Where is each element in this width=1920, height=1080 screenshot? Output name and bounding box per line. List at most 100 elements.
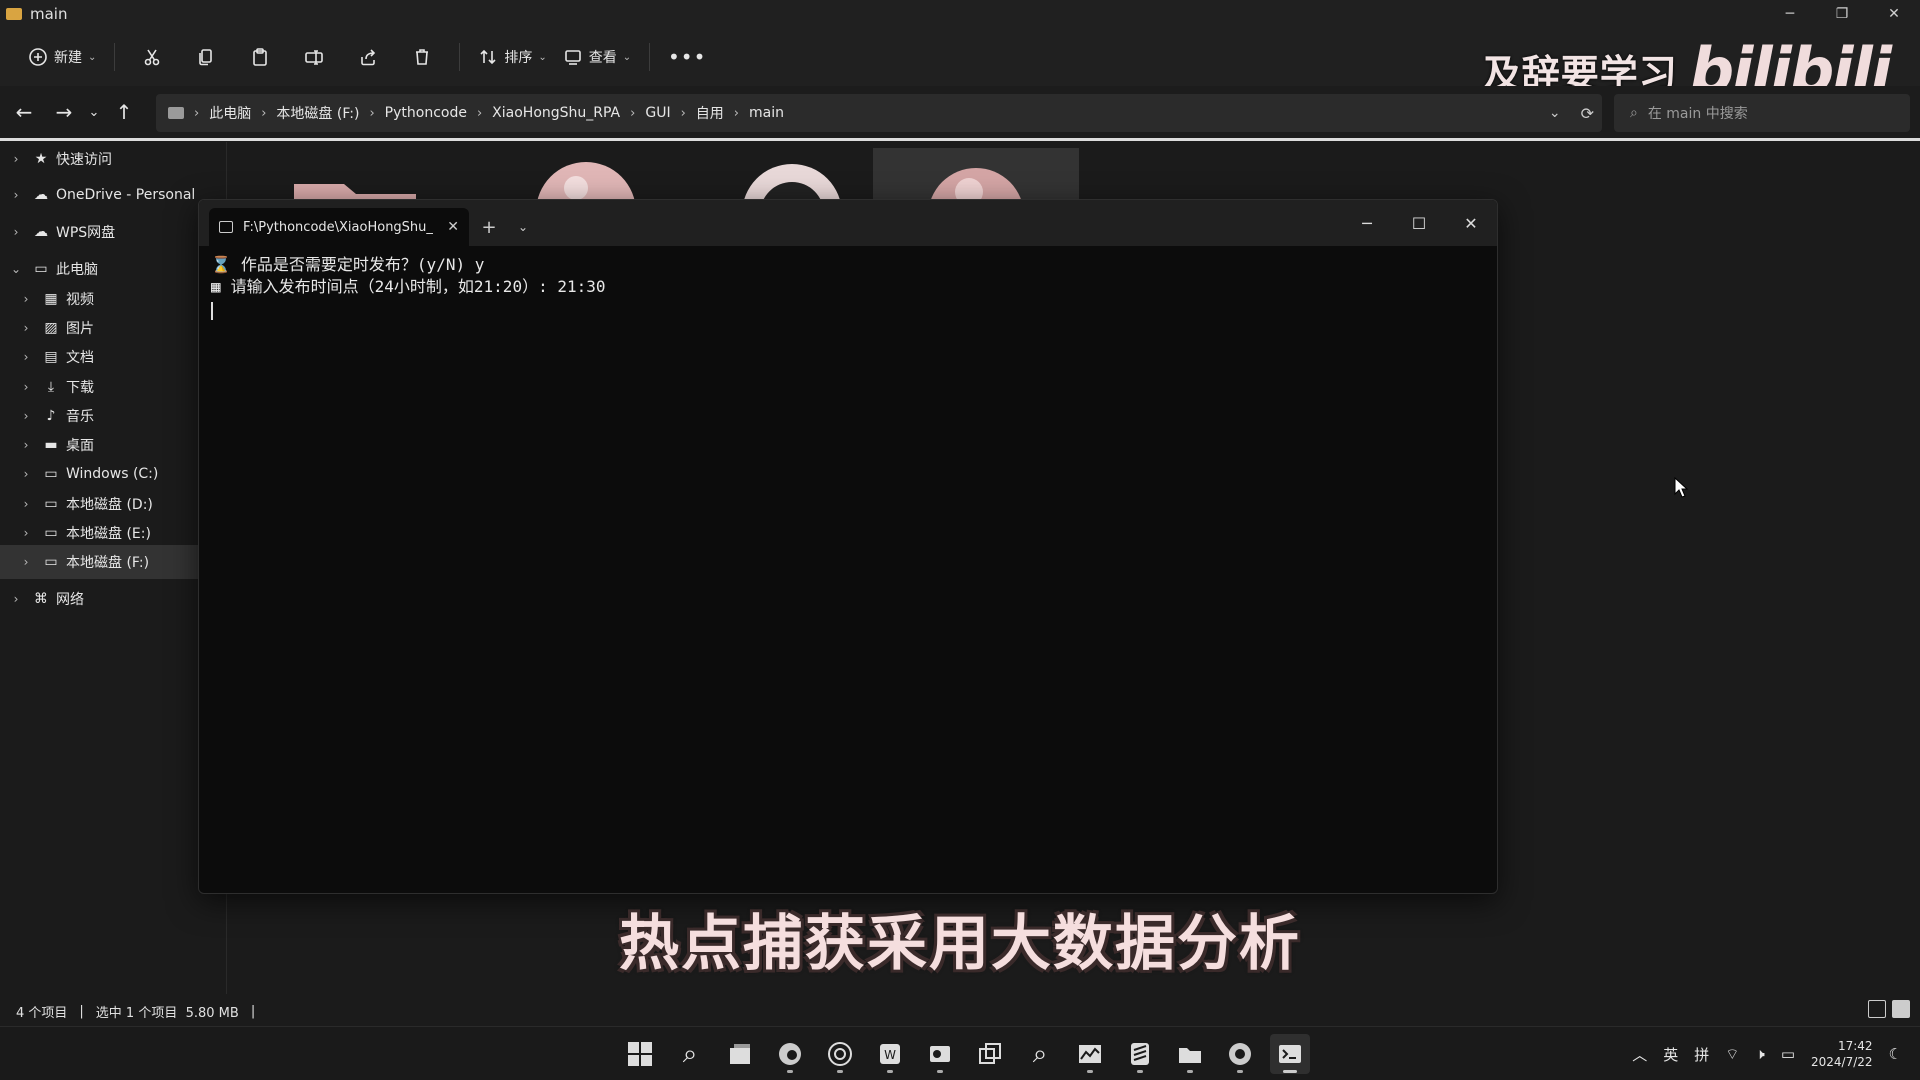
chevron-right-icon[interactable]: › [369,106,374,121]
maximize-button[interactable]: ❐ [1816,0,1868,28]
taskbar-app-sublime[interactable] [1120,1034,1160,1074]
sidebar-item-label: 文档 [66,350,94,366]
minimize-button[interactable]: ─ [1764,0,1816,28]
chevron-right-icon[interactable]: › [18,380,34,394]
rename-button[interactable] [287,39,341,75]
taskbar-app-chrome[interactable] [1220,1034,1260,1074]
volume-muted-icon[interactable]: 🕨 [1755,1045,1764,1063]
copy-button[interactable] [179,39,233,75]
cut-button[interactable] [125,39,179,75]
clock[interactable]: 17:42 2024/7/22 [1811,1038,1873,1070]
taskbar-app-outlook[interactable] [920,1034,960,1074]
ime-mode[interactable]: 拼 [1694,1044,1709,1065]
divider [0,138,1920,141]
terminal-icon [219,221,233,233]
divider: | [250,1003,256,1019]
system-tray: ︿ 英 拼 ⌔ 🕨 ▭ 17:42 2024/7/22 ☾ [1632,1027,1902,1080]
maximize-button[interactable]: ☐ [1393,200,1445,246]
view-button[interactable]: 查看 ⌄ [555,39,639,75]
chevron-up-icon[interactable]: ︿ [1632,1044,1647,1065]
large-icons-view-button[interactable] [1892,1000,1910,1018]
taskbar-app-word[interactable]: W [870,1034,910,1074]
taskbar-app-file-explorer[interactable] [1170,1034,1210,1074]
sidebar-item[interactable]: › ▭ 本地磁盘 (F:) [0,545,198,579]
share-button[interactable] [341,39,395,75]
forward-button[interactable]: → [44,92,84,132]
search-input[interactable]: ⌕ 在 main 中搜索 [1614,94,1910,132]
chevron-right-icon[interactable]: › [194,106,199,121]
chevron-right-icon[interactable]: › [18,292,34,306]
up-button[interactable]: ↑ [104,92,144,132]
breadcrumb-item[interactable]: GUI [645,105,670,121]
breadcrumb-item[interactable]: main [749,105,784,121]
refresh-button[interactable]: ⟳ [1581,104,1594,123]
ime-language[interactable]: 英 [1663,1044,1678,1065]
chevron-right-icon[interactable]: › [8,592,24,606]
chevron-right-icon[interactable]: › [18,438,34,452]
close-button[interactable]: ✕ [1868,0,1920,28]
breadcrumb-item[interactable]: 自用 [696,103,724,123]
back-button[interactable]: ← [4,92,44,132]
chevron-right-icon[interactable]: › [18,555,34,569]
tab-dropdown-button[interactable]: ⌄ [509,208,537,246]
taskbar-app-search-tool[interactable]: ⌕ [1020,1034,1060,1074]
more-options-button[interactable]: ••• [660,39,714,75]
terminal-tab[interactable]: F:\Pythoncode\XiaoHongShu_ ✕ [209,208,469,246]
chevron-right-icon[interactable]: › [477,106,482,121]
chevron-right-icon[interactable]: › [18,409,34,423]
wifi-icon[interactable]: ⌔ [1725,1045,1739,1064]
details-view-button[interactable] [1868,1000,1886,1018]
chevron-right-icon[interactable]: › [18,526,34,540]
chevron-right-icon[interactable]: › [734,106,739,121]
sidebar-item[interactable]: › ▤ 文档 [0,340,198,374]
chevron-right-icon[interactable]: › [18,321,34,335]
chevron-right-icon[interactable]: › [18,467,34,481]
taskbar-app-chatgpt[interactable] [820,1034,860,1074]
taskbar-app-terminal[interactable] [1270,1034,1310,1074]
sidebar-item[interactable]: › ☁ WPS网盘 [0,215,198,249]
chevron-right-icon[interactable]: › [681,106,686,121]
sort-button[interactable]: 排序 ⌄ [470,39,554,75]
taskbar-app-edge[interactable] [770,1034,810,1074]
taskbar-app-monitor[interactable] [1070,1034,1110,1074]
breadcrumb-item[interactable]: Pythoncode [385,105,467,121]
sidebar-item[interactable]: › ☁ OneDrive - Personal [0,178,198,212]
breadcrumb-item[interactable]: 此电脑 [209,103,251,123]
sidebar-item-label: 本地磁盘 (E:) [66,526,151,542]
search-button[interactable]: ⌕ [670,1034,710,1074]
new-button[interactable]: 新建 ⌄ [20,39,104,75]
chevron-down-icon[interactable]: ⌄ [8,262,24,276]
breadcrumb-item[interactable]: XiaoHongShu_RPA [492,105,620,121]
address-bar[interactable]: › 此电脑 › 本地磁盘 (F:) › Pythoncode › XiaoHongShu_RP… [156,94,1602,132]
sidebar-item[interactable]: › ★ 快速访问 [0,142,198,176]
chevron-right-icon[interactable]: › [8,225,24,239]
terminal-output[interactable]: ⌛ 作品是否需要定时发布？(y/N) y ▦ 请输入发布时间点（24小时制，如2… [199,246,1497,328]
chevron-right-icon[interactable]: › [18,350,34,364]
notification-icon[interactable]: ☾ [1889,1045,1902,1063]
paste-button[interactable] [233,39,287,75]
mouse-pointer-icon [1674,477,1689,498]
close-button[interactable]: ✕ [1445,200,1497,246]
sidebar-item[interactable]: ⌄ ▭ 此电脑 [0,252,198,286]
chevron-right-icon[interactable]: › [630,106,635,121]
taskbar-app-multiwindow[interactable] [970,1034,1010,1074]
chevron-right-icon[interactable]: › [261,106,266,121]
chevron-right-icon[interactable]: › [8,152,24,166]
minimize-button[interactable]: ─ [1341,200,1393,246]
chevron-right-icon[interactable]: › [8,188,24,202]
new-tab-button[interactable]: + [469,208,509,246]
recent-locations-button[interactable]: ⌄ [84,92,104,132]
delete-button[interactable] [395,39,449,75]
chevron-right-icon[interactable]: › [18,497,34,511]
battery-icon[interactable]: ▭ [1781,1045,1795,1063]
sidebar-item-label: 网络 [56,592,84,608]
sidebar-item[interactable]: › ▭ Windows (C:) [0,457,198,491]
task-view-button[interactable] [720,1034,760,1074]
sidebar-item-label: 此电脑 [56,262,98,278]
close-tab-button[interactable]: ✕ [447,219,459,235]
arrow-left-icon: ← [15,100,33,124]
history-dropdown-button[interactable]: ⌄ [1549,105,1561,121]
sidebar-item[interactable]: › ⌘ 网络 [0,582,198,616]
breadcrumb-item[interactable]: 本地磁盘 (F:) [276,103,359,123]
start-button[interactable] [620,1034,660,1074]
